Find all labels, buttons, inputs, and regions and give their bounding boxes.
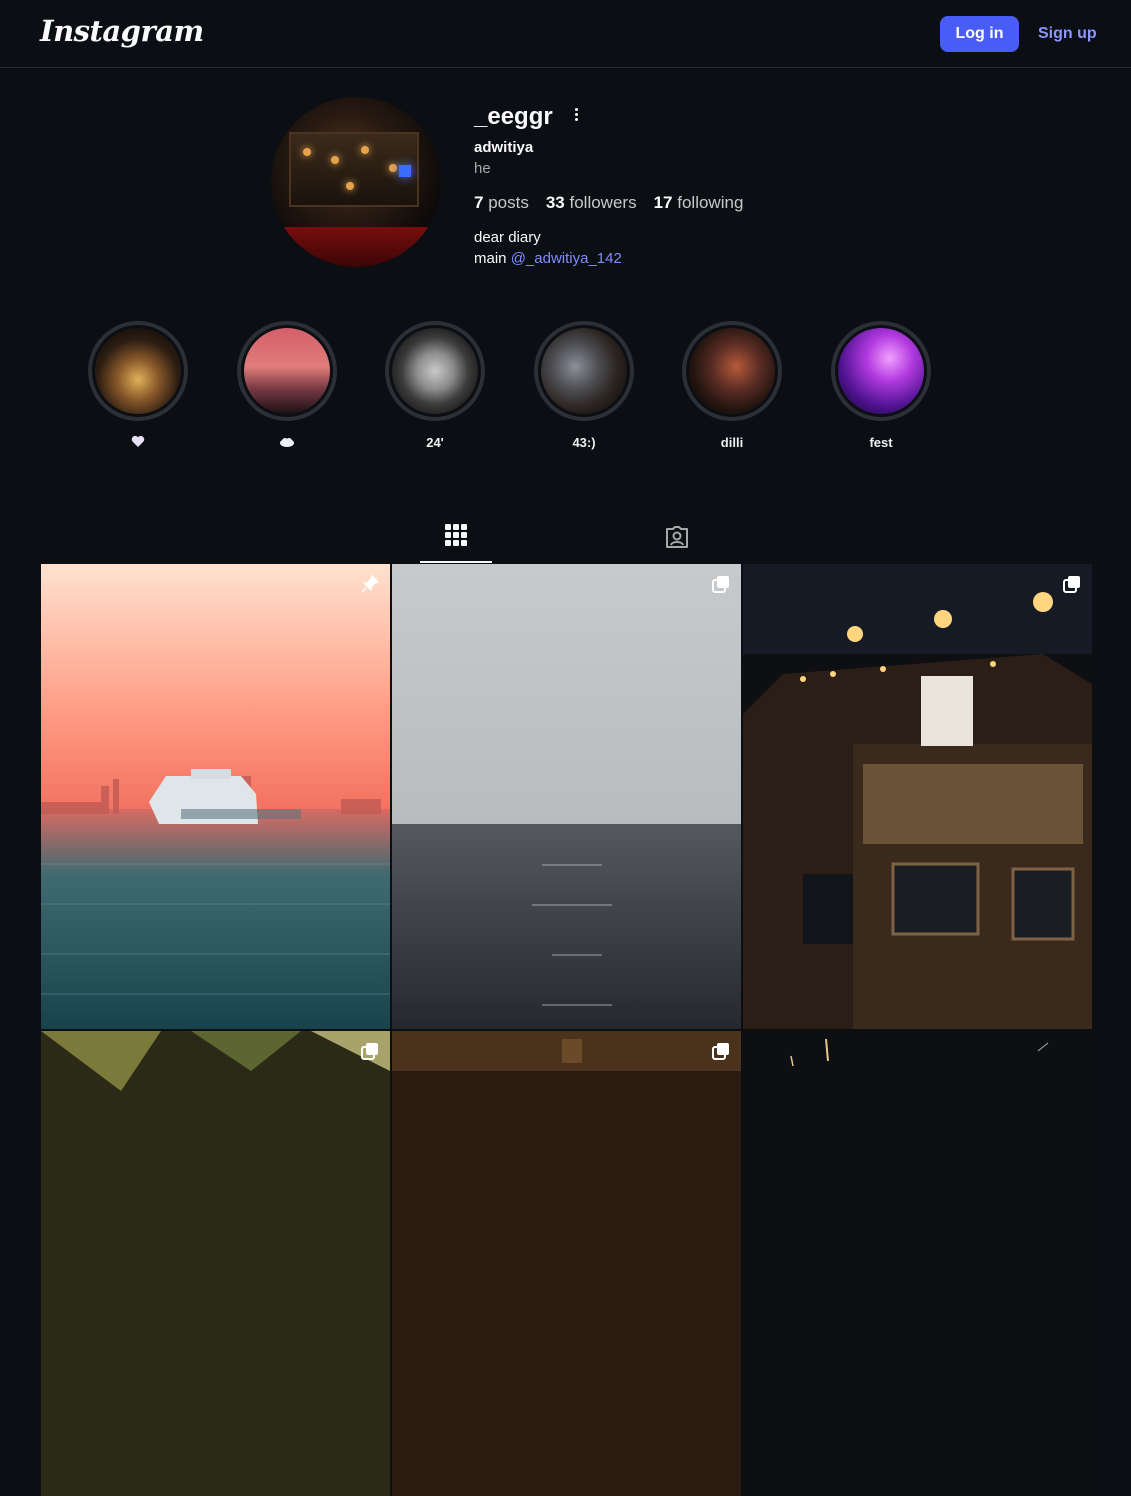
post-tile-5[interactable] — [392, 1031, 741, 1496]
signup-link[interactable]: Sign up — [1038, 25, 1097, 43]
pin-icon — [361, 575, 379, 593]
profile-pronouns: he — [474, 160, 491, 177]
highlight-4-label: 43:) — [572, 435, 596, 450]
profile-stats: 7 posts 33 followers 17 following — [474, 193, 743, 213]
cloud-icon — [280, 438, 294, 447]
highlight-6-label: fest — [869, 435, 893, 450]
bio-line-2: main @_adwitiya_142 — [474, 250, 622, 267]
heart-icon — [131, 435, 145, 447]
highlight-1[interactable] — [88, 321, 188, 456]
profile-full-name: adwitiya — [474, 139, 534, 156]
carousel-icon — [712, 1043, 729, 1060]
post-5-image — [392, 1031, 741, 1496]
posts-stat: 7 posts — [474, 193, 529, 213]
highlight-3[interactable]: 24' — [385, 321, 485, 456]
highlight-1-label — [88, 435, 188, 451]
instagram-logo[interactable]: Instagram — [40, 14, 204, 48]
post-6-image — [743, 1031, 1092, 1496]
post-tile-6[interactable] — [743, 1031, 1092, 1496]
post-tile-3[interactable] — [743, 564, 1092, 1029]
more-options-icon[interactable] — [568, 106, 584, 126]
carousel-icon — [361, 1043, 378, 1060]
login-button[interactable]: Log in — [940, 16, 1019, 52]
post-4-image — [41, 1031, 390, 1496]
tab-tagged[interactable] — [640, 507, 712, 563]
post-2-image — [392, 564, 741, 1029]
followers-count: 33 — [545, 193, 565, 212]
highlight-3-image — [392, 328, 478, 414]
highlight-5[interactable]: dilli — [682, 321, 782, 456]
highlight-3-label: 24' — [426, 435, 444, 450]
post-3-image — [743, 564, 1092, 1029]
highlight-6-image — [838, 328, 924, 414]
highlight-4[interactable]: 43:) — [534, 321, 634, 456]
post-tile-4[interactable] — [41, 1031, 390, 1496]
posts-label: posts — [488, 193, 529, 212]
carousel-icon — [1063, 576, 1080, 593]
post-1-image — [41, 564, 390, 1029]
highlight-2-label — [237, 435, 337, 451]
bio-mention-link[interactable]: @_adwitiya_142 — [511, 250, 622, 267]
followers-stat[interactable]: 33 followers — [546, 193, 637, 213]
following-label: following — [677, 193, 744, 212]
highlight-1-image — [95, 328, 181, 414]
top-bar: Instagram Log in Sign up — [0, 0, 1131, 68]
posts-grid-icon — [445, 524, 467, 546]
following-stat[interactable]: 17 following — [654, 193, 744, 213]
bio-line-1: dear diary — [474, 229, 541, 246]
carousel-icon — [712, 576, 729, 593]
highlight-5-label: dilli — [720, 435, 744, 450]
profile-username: _eeggr — [474, 103, 553, 130]
followers-label: followers — [569, 193, 637, 212]
profile-tabs — [40, 507, 1091, 563]
highlight-2[interactable] — [237, 321, 337, 456]
bio-prefix: main — [474, 250, 507, 267]
profile-avatar[interactable] — [271, 97, 441, 267]
following-count: 17 — [653, 193, 673, 212]
posts-count: 7 — [474, 193, 484, 212]
highlight-5-image — [689, 328, 775, 414]
post-tile-2[interactable] — [392, 564, 741, 1029]
tab-posts[interactable] — [420, 507, 492, 563]
highlight-6[interactable]: fest — [831, 321, 931, 456]
tagged-icon — [666, 526, 688, 548]
highlight-4-image — [541, 328, 627, 414]
highlight-2-image — [244, 328, 330, 414]
post-tile-1[interactable] — [41, 564, 390, 1029]
